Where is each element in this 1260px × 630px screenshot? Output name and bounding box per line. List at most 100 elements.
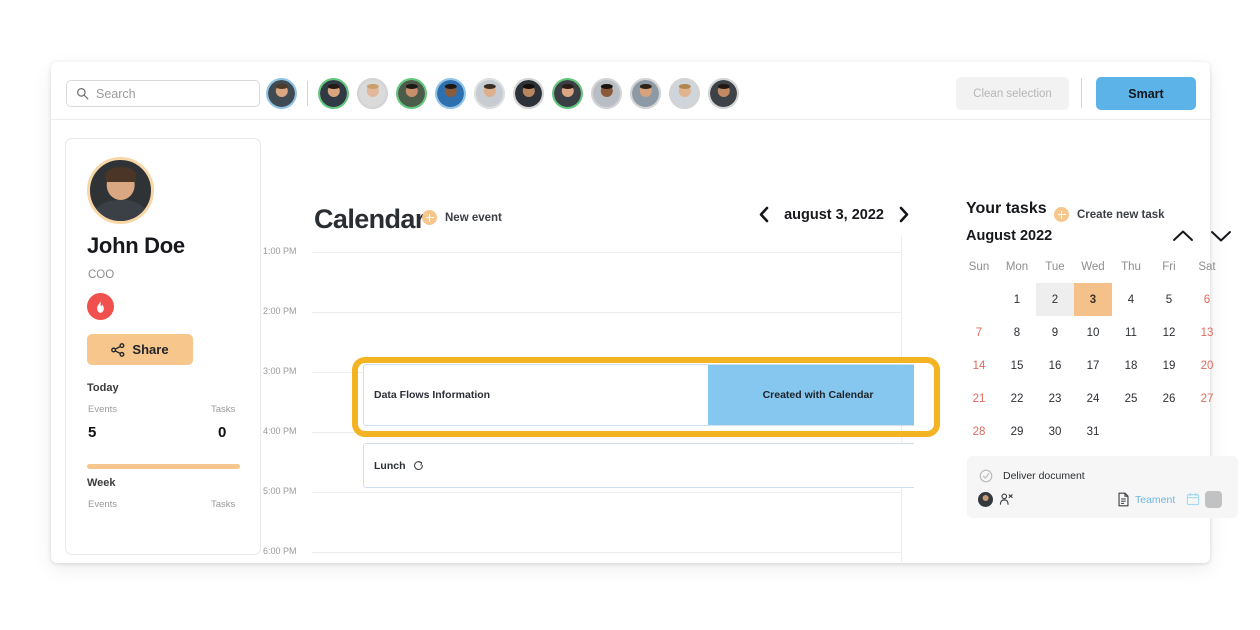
toolbar-divider bbox=[1081, 78, 1082, 108]
avatar[interactable] bbox=[669, 78, 700, 109]
today-tasks-value: 0 bbox=[218, 424, 227, 441]
hour-row: 4:00 PM bbox=[262, 426, 914, 436]
calendar-day-17[interactable]: 17 bbox=[1074, 349, 1112, 382]
calendar-day-10[interactable]: 10 bbox=[1074, 316, 1112, 349]
clean-selection-button[interactable]: Clean selection bbox=[956, 77, 1069, 110]
calendar-day-16[interactable]: 16 bbox=[1036, 349, 1074, 382]
avatar[interactable] bbox=[630, 78, 661, 109]
tasks-panel: Your tasks Create new task August 2022 S… bbox=[915, 120, 1238, 562]
avatar[interactable] bbox=[266, 78, 297, 109]
today-events-label: Events bbox=[88, 404, 118, 415]
search-input[interactable] bbox=[96, 86, 246, 101]
smart-button[interactable]: Smart bbox=[1096, 77, 1196, 110]
calendar-day-21[interactable]: 21 bbox=[960, 382, 998, 415]
calendar-day-28[interactable]: 28 bbox=[960, 415, 998, 448]
calendar-day-3[interactable]: 3 bbox=[1074, 283, 1112, 316]
created-with-calendar-chip[interactable]: Created with Calendar bbox=[708, 365, 914, 425]
search-input-wrapper[interactable] bbox=[66, 80, 260, 107]
calendar-day-15[interactable]: 15 bbox=[998, 349, 1036, 382]
weekday-label: Mon bbox=[1005, 261, 1029, 273]
calendar-event[interactable]: Lunch bbox=[363, 443, 914, 488]
calendar-day-18[interactable]: 18 bbox=[1112, 349, 1150, 382]
document-icon[interactable] bbox=[1117, 492, 1130, 507]
avatar[interactable] bbox=[318, 78, 349, 109]
app-window: Clean selection Smart John Doe COO bbox=[51, 62, 1238, 563]
today-stats-title: Today bbox=[87, 382, 119, 394]
new-event-button[interactable]: New event bbox=[422, 210, 502, 225]
share-button[interactable]: Share bbox=[87, 334, 193, 365]
calendar-day-31[interactable]: 31 bbox=[1074, 415, 1112, 448]
hour-label: 5:00 PM bbox=[263, 486, 297, 496]
search-icon bbox=[77, 88, 89, 100]
new-event-label: New event bbox=[445, 211, 502, 224]
hour-label: 2:00 PM bbox=[263, 306, 297, 316]
add-person-icon[interactable] bbox=[999, 492, 1013, 506]
month-label: August 2022 bbox=[966, 228, 1053, 244]
calendar-day-7[interactable]: 7 bbox=[960, 316, 998, 349]
calendar-day-27[interactable]: 27 bbox=[1188, 382, 1226, 415]
calendar-week-row: 21 22 23 24 25 26 27 bbox=[960, 382, 1226, 415]
calendar-day-24[interactable]: 24 bbox=[1074, 382, 1112, 415]
calendar-day-4[interactable]: 4 bbox=[1112, 283, 1150, 316]
calendar-day-1[interactable]: 1 bbox=[998, 283, 1036, 316]
chevron-up-icon[interactable] bbox=[1171, 228, 1195, 244]
teament-link[interactable]: Teament bbox=[1135, 494, 1175, 506]
calendar-day-13[interactable]: 13 bbox=[1188, 316, 1226, 349]
calendar-day-20[interactable]: 20 bbox=[1188, 349, 1226, 382]
calendar-day-5[interactable]: 5 bbox=[1150, 283, 1188, 316]
calendar-day-11[interactable]: 11 bbox=[1112, 316, 1150, 349]
avatar[interactable] bbox=[708, 78, 739, 109]
avatar[interactable] bbox=[396, 78, 427, 109]
event-title: Lunch bbox=[374, 459, 406, 472]
avatar[interactable] bbox=[591, 78, 622, 109]
profile-role: COO bbox=[88, 269, 115, 281]
recurring-icon[interactable] bbox=[413, 460, 424, 471]
calendar-day-29[interactable]: 29 bbox=[998, 415, 1036, 448]
calendar-day-26[interactable]: 26 bbox=[1150, 382, 1188, 415]
check-circle-icon[interactable] bbox=[979, 469, 993, 483]
create-new-task-button[interactable]: Create new task bbox=[1054, 207, 1165, 222]
avatar[interactable] bbox=[357, 78, 388, 109]
mini-calendar: Sun Mon Tue Wed Thu Fri Sat 1 2 3 4 5 6 7 8 9 10 11 12 13 1… bbox=[960, 255, 1226, 448]
calendar-day-25[interactable]: 25 bbox=[1112, 382, 1150, 415]
avatar[interactable] bbox=[435, 78, 466, 109]
fire-icon bbox=[87, 293, 114, 320]
weekday-label: Thu bbox=[1121, 261, 1141, 273]
avatar-divider bbox=[307, 81, 308, 106]
calendar-day-23[interactable]: 23 bbox=[1036, 382, 1074, 415]
calendar-week-row: 14 15 16 17 18 19 20 bbox=[960, 349, 1226, 382]
calendar-day-22[interactable]: 22 bbox=[998, 382, 1036, 415]
plus-icon bbox=[1054, 207, 1069, 222]
avatar[interactable] bbox=[513, 78, 544, 109]
calendar-day-12[interactable]: 12 bbox=[1150, 316, 1188, 349]
weekday-label: Wed bbox=[1081, 261, 1105, 273]
chevron-right-icon[interactable] bbox=[897, 206, 910, 223]
task-card[interactable]: Deliver document Teament bbox=[967, 456, 1238, 518]
color-swatch[interactable] bbox=[1205, 491, 1222, 508]
calendar-day-19[interactable]: 19 bbox=[1150, 349, 1188, 382]
hour-gridline bbox=[312, 492, 902, 493]
calendar-day-30[interactable]: 30 bbox=[1036, 415, 1074, 448]
created-with-calendar-label: Created with Calendar bbox=[762, 389, 874, 401]
calendar-icon[interactable] bbox=[1186, 492, 1200, 506]
calendar-day-2[interactable]: 2 bbox=[1036, 283, 1074, 316]
hour-row: 1:00 PM bbox=[262, 246, 914, 256]
page-title: Calendar bbox=[314, 204, 425, 234]
chevron-down-icon[interactable] bbox=[1209, 228, 1233, 244]
calendar-day-8[interactable]: 8 bbox=[998, 316, 1036, 349]
chevron-left-icon[interactable] bbox=[758, 206, 771, 223]
calendar-event[interactable]: Data Flows Information Created with Calen… bbox=[363, 364, 914, 426]
calendar-day-9[interactable]: 9 bbox=[1036, 316, 1074, 349]
hour-gridline bbox=[312, 312, 902, 313]
hour-label: 4:00 PM bbox=[263, 426, 297, 436]
top-bar: Clean selection Smart bbox=[51, 62, 1210, 120]
hour-gridline bbox=[312, 252, 902, 253]
event-title: Data Flows Information bbox=[374, 389, 491, 401]
avatar[interactable] bbox=[474, 78, 505, 109]
avatar[interactable] bbox=[552, 78, 583, 109]
week-tasks-label: Tasks bbox=[211, 499, 236, 510]
calendar-day-6[interactable]: 6 bbox=[1188, 283, 1226, 316]
today-progress-bar bbox=[87, 464, 240, 469]
hour-label: 1:00 PM bbox=[263, 246, 297, 256]
calendar-day-14[interactable]: 14 bbox=[960, 349, 998, 382]
